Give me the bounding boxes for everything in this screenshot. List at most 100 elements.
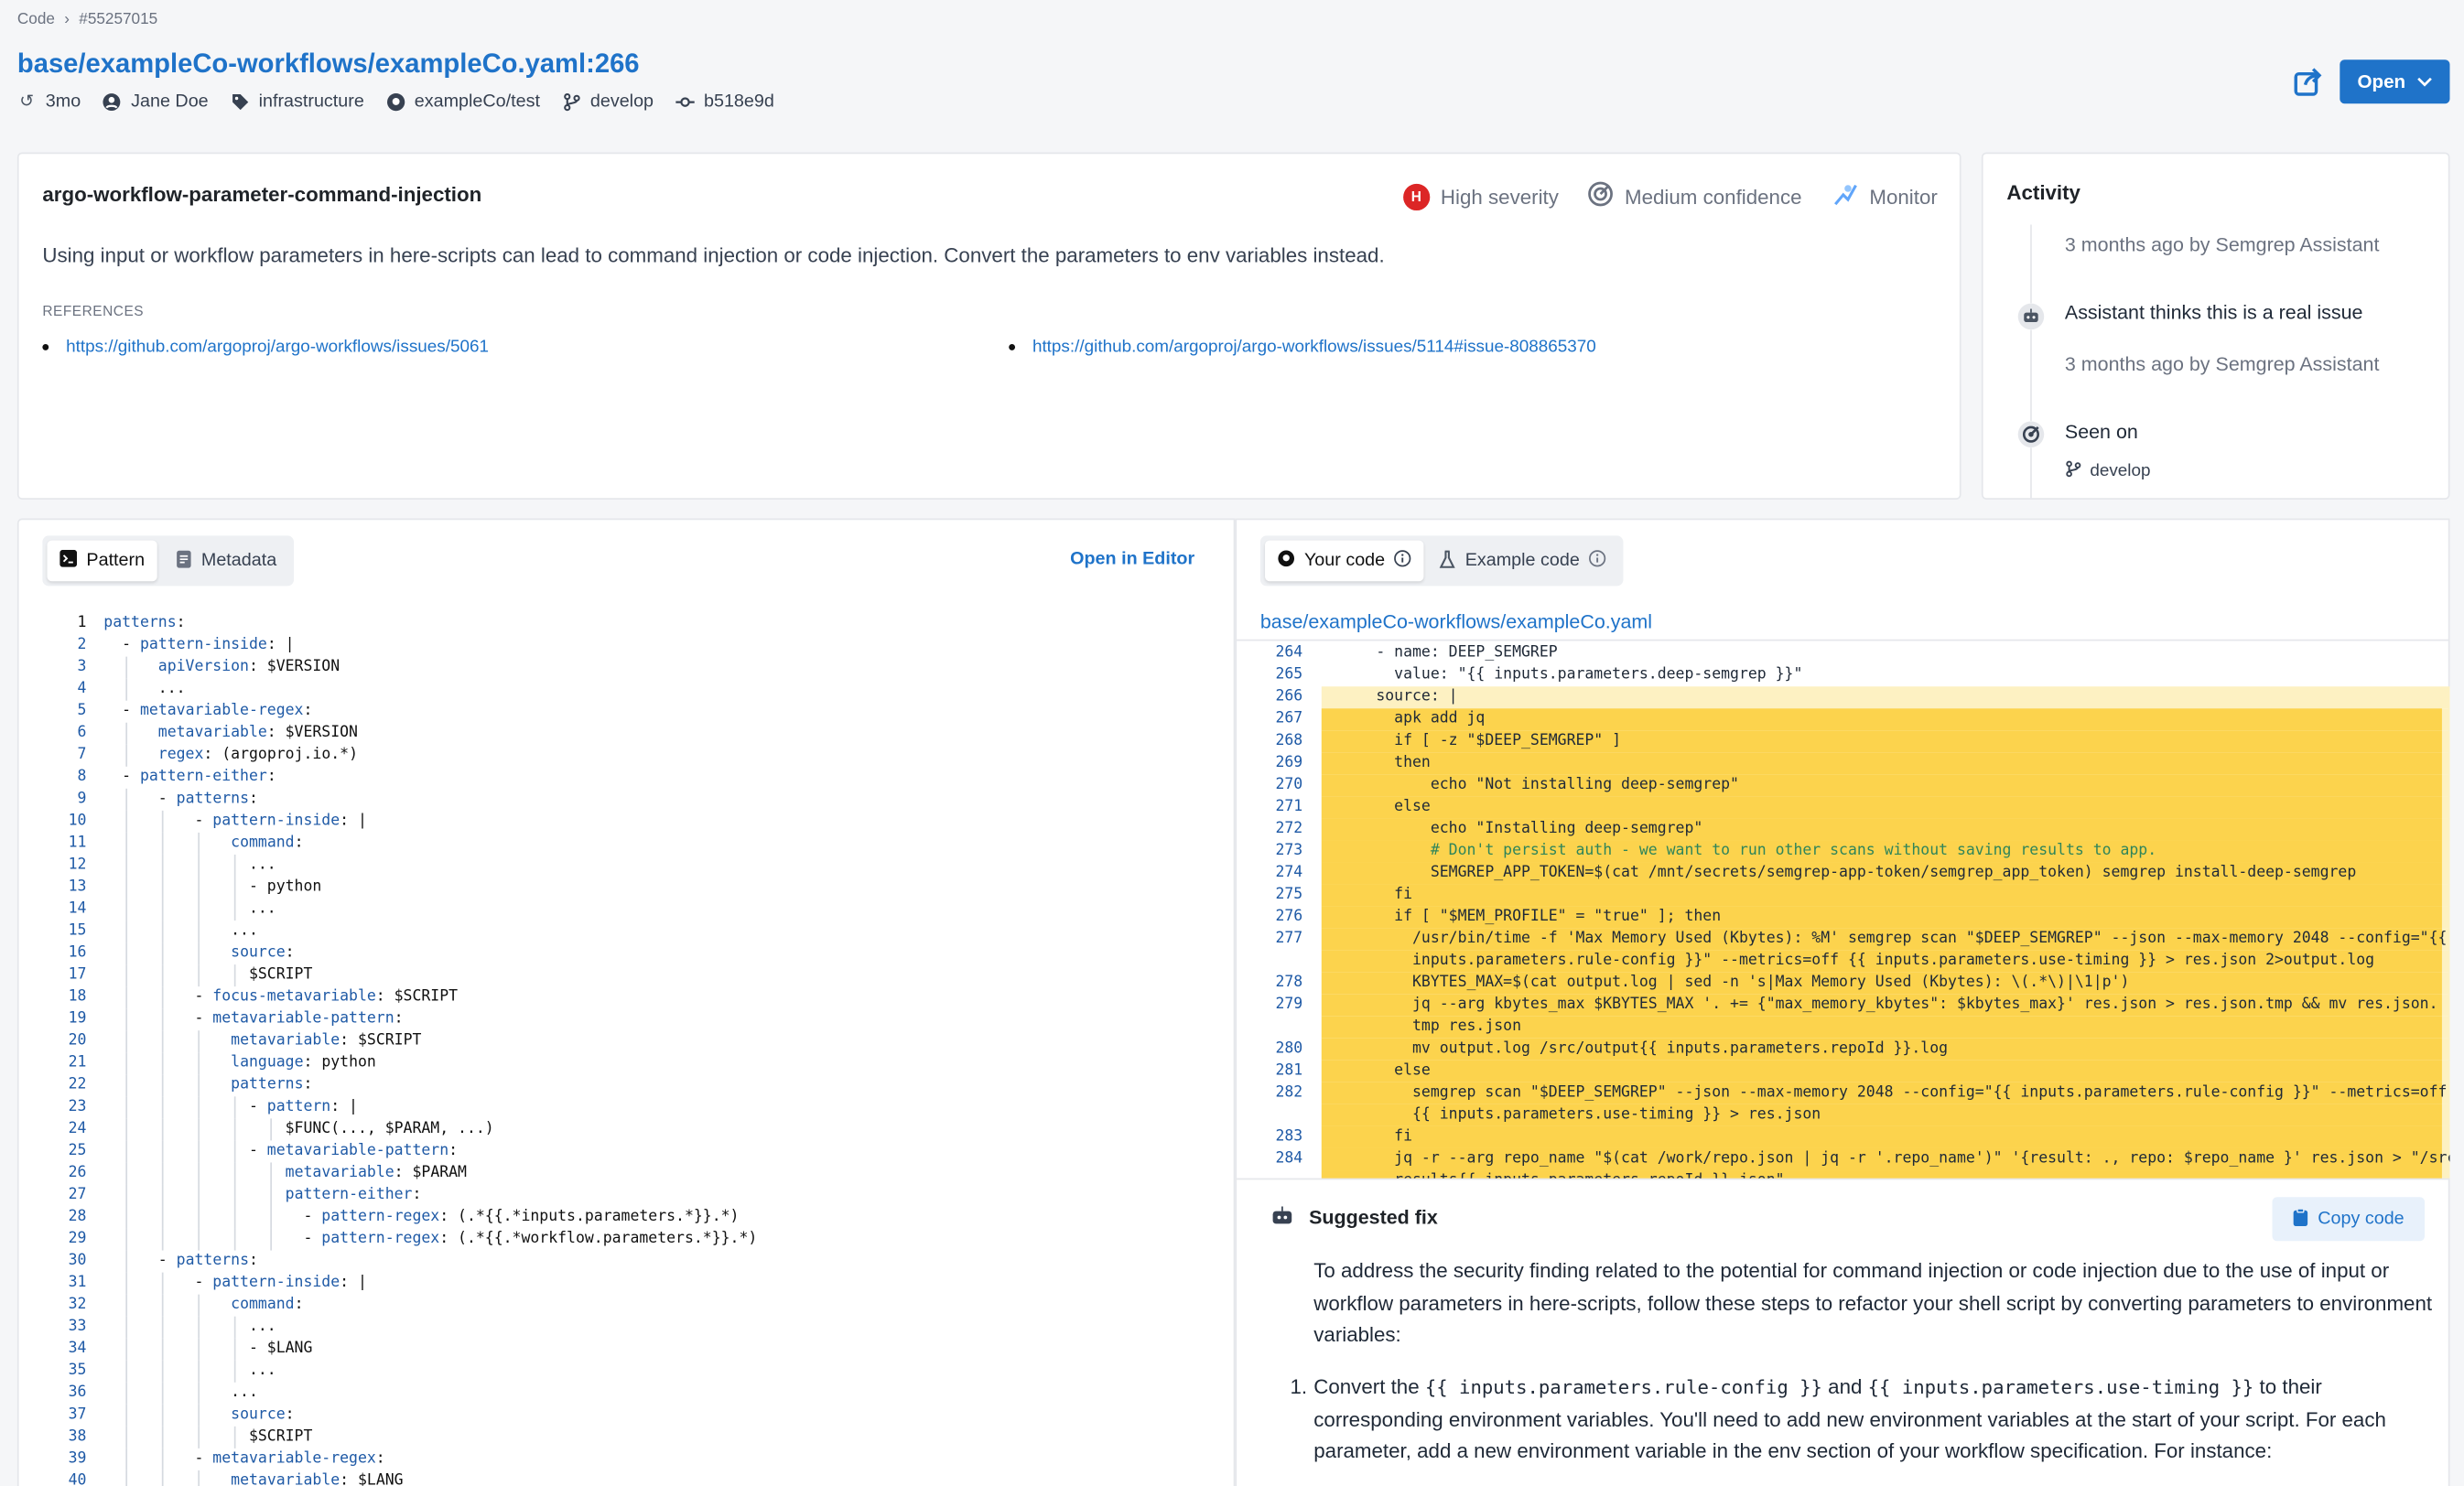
code-text: then <box>1321 754 1431 771</box>
severity-icon: H <box>1402 183 1430 210</box>
inline-code: {{ inputs.parameters.rule-config }} <box>1424 1375 1822 1398</box>
tab-metadata[interactable]: Metadata <box>164 541 289 582</box>
github-icon <box>386 92 405 112</box>
line-number: 271 <box>1275 798 1303 816</box>
open-in-editor-link[interactable]: Open in Editor <box>1070 550 1194 569</box>
github-icon <box>1278 550 1295 572</box>
pattern-line: 7 regex: (argoproj.io.*) <box>42 744 1205 767</box>
code-text: if [ -z "$DEEP_SEMGREP" ] <box>1321 732 1622 749</box>
code-text: patterns: <box>231 1076 313 1093</box>
code-text: - metavariable-pattern: <box>103 1009 404 1028</box>
line-number: 37 <box>68 1405 87 1424</box>
pattern-line: 35 ... <box>42 1360 1205 1383</box>
line-number: 29 <box>68 1230 87 1248</box>
line-number: 278 <box>1275 974 1303 992</box>
code-line: 264 - name: DEEP_SEMGREP <box>1237 642 2449 664</box>
open-button[interactable]: Open <box>2340 59 2450 104</box>
code-text: language: python <box>231 1053 376 1071</box>
meta-commit[interactable]: b518e9d <box>675 92 774 112</box>
line-number: 10 <box>68 812 87 830</box>
code-text: # Don't persist auth - we want to run ot… <box>1321 842 2157 860</box>
line-number: 18 <box>68 987 87 1006</box>
code-line: 267 apk add jq <box>1237 708 2450 731</box>
line-number: 13 <box>68 878 87 896</box>
code-text: ... <box>103 1362 276 1380</box>
suggested-fix-step: 1. Convert the {{ inputs.parameters.rule-… <box>1290 1374 2386 1463</box>
reference-link[interactable]: https://github.com/argoproj/argo-workflo… <box>1032 338 1596 357</box>
reference-link[interactable]: https://github.com/argoproj/argo-workflo… <box>66 338 489 357</box>
line-number: 1 <box>77 614 87 632</box>
activity-panel: Activity 3 months ago by Semgrep Assista… <box>1981 152 2450 500</box>
suggested-fix-heading: Suggested fix <box>1271 1205 1438 1230</box>
pattern-line: 36 ... <box>42 1382 1205 1405</box>
code-text: KBYTES_MAX=$(cat output.log | sed -n 's|… <box>1321 974 2130 992</box>
line-number: 277 <box>1275 930 1303 948</box>
match-highlight <box>1321 752 2442 775</box>
line-number: 5 <box>77 702 87 720</box>
code-text: - python <box>103 878 322 896</box>
line-number: 275 <box>1275 886 1303 904</box>
pattern-line: 5 - metavariable-regex: <box>42 701 1205 723</box>
code-text: apk add jq <box>1321 709 1486 727</box>
line-number: 8 <box>77 768 87 786</box>
code-text: inputs.parameters.rule-config }}" --metr… <box>1321 952 2375 970</box>
meta-branch[interactable]: develop <box>562 92 654 112</box>
code-line: tmp res.json <box>1237 1016 2450 1039</box>
line-number: 21 <box>68 1053 87 1071</box>
pattern-line: 16 source: <box>42 942 1205 965</box>
line-number: 267 <box>1275 709 1303 727</box>
code-text: $FUNC(..., $PARAM, ...) <box>103 1120 494 1137</box>
line-number: 39 <box>68 1449 87 1468</box>
code-text: ... <box>103 856 276 874</box>
code-text: - metavariable-pattern: <box>103 1142 459 1159</box>
code-line: {{ inputs.parameters.use-timing }} > res… <box>1237 1104 2450 1126</box>
line-number: 17 <box>68 965 87 984</box>
breadcrumb-finding-id: #55257015 <box>79 11 158 28</box>
pattern-line: 37 source: <box>42 1404 1205 1427</box>
match-highlight <box>1321 708 2442 731</box>
meta-author[interactable]: Jane Doe <box>103 92 209 112</box>
history-icon: ↺ <box>19 92 35 112</box>
line-number: 274 <box>1275 864 1303 882</box>
file-path-link[interactable]: base/exampleCo-workflows/exampleCo.yaml <box>1260 611 1652 633</box>
meta-repo[interactable]: exampleCo/test <box>386 92 540 112</box>
meta-tag[interactable]: infrastructure <box>231 92 364 112</box>
code-text: /usr/bin/time -f 'Max Memory Used (Kbyte… <box>1321 930 2448 948</box>
tab-your-code[interactable]: Your code <box>1265 540 1425 582</box>
pattern-line: 1 patterns: <box>42 613 1205 635</box>
document-icon <box>176 549 191 573</box>
pattern-line: 25 - metavariable-pattern: <box>42 1140 1205 1163</box>
breadcrumb-code-link[interactable]: Code <box>17 11 55 28</box>
tab-pattern[interactable]: Pattern <box>47 540 157 582</box>
user-icon <box>103 92 122 112</box>
info-icon[interactable] <box>1589 550 1606 572</box>
code-text: mv output.log /src/output{{ inputs.param… <box>1321 1039 1949 1058</box>
line-number: 34 <box>68 1340 87 1358</box>
pattern-line: 17 $SCRIPT <box>42 964 1205 987</box>
code-text: metavariable: $LANG <box>231 1471 404 1486</box>
code-line: 280 mv output.log /src/output{{ inputs.p… <box>1237 1038 2450 1061</box>
pattern-line: 2 - pattern-inside: | <box>42 635 1205 657</box>
page-title[interactable]: base/exampleCo-workflows/exampleCo.yaml:… <box>17 48 640 80</box>
pattern-line: 13 - python <box>42 876 1205 899</box>
code-text: source: <box>231 943 295 962</box>
code-viewer[interactable]: 264 - name: DEEP_SEMGREP 265 value: "{{ i… <box>1237 639 2450 1180</box>
tab-example-code[interactable]: Example code <box>1427 541 1618 582</box>
line-number: 281 <box>1275 1061 1303 1080</box>
line-number: 270 <box>1275 776 1303 793</box>
meta-age: ↺ 3mo <box>17 92 81 112</box>
line-number: 6 <box>77 724 87 742</box>
chevron-right-icon: › <box>64 11 70 28</box>
line-number: 24 <box>68 1120 87 1137</box>
code-text: results{{ inputs.parameters.repoId }}.js… <box>1322 1170 1784 1179</box>
copy-code-button[interactable]: Copy code <box>2272 1197 2426 1242</box>
reference-item: https://github.com/argoproj/argo-workflo… <box>42 338 489 357</box>
pattern-line: 31 - pattern-inside: | <box>42 1272 1205 1295</box>
code-text: command: <box>231 834 304 852</box>
code-text: fi <box>1321 886 1413 904</box>
line-number: 272 <box>1275 820 1303 838</box>
line-number: 283 <box>1275 1127 1303 1146</box>
info-icon[interactable] <box>1394 550 1411 572</box>
reference-item: https://github.com/argoproj/argo-workflo… <box>1009 338 1596 357</box>
share-icon[interactable] <box>2293 66 2324 97</box>
